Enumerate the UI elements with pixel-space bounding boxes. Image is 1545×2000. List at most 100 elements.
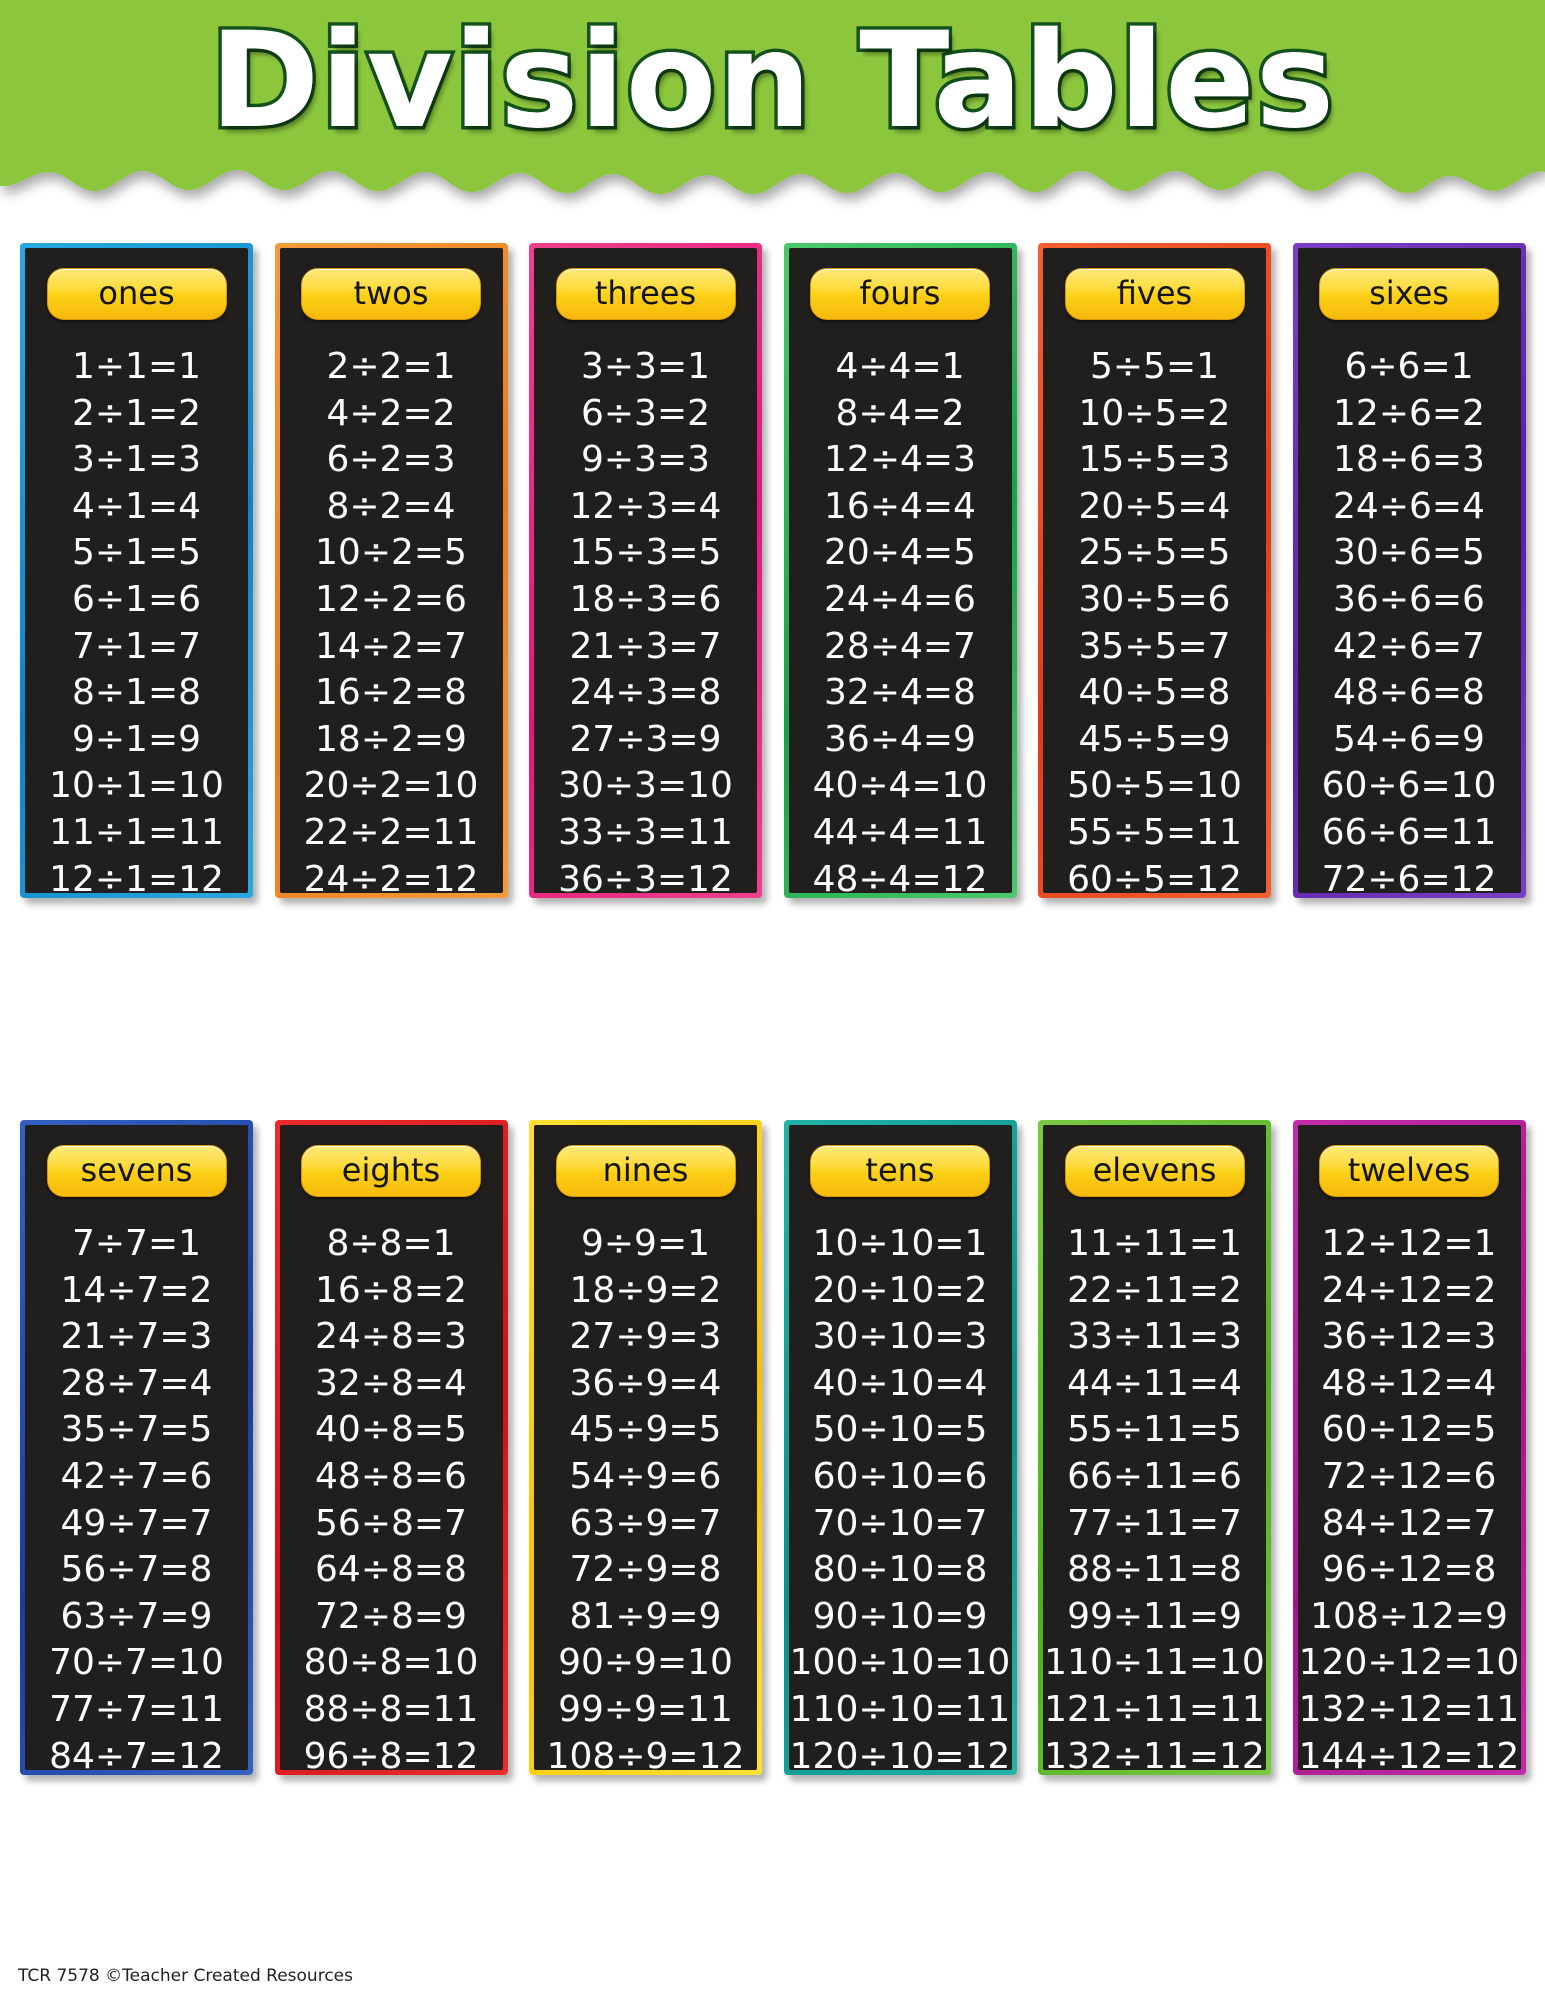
table-panel-elevens: elevens 11÷11=1 22÷11=2 33÷11=3 44÷11=4 55÷11… <box>1038 1120 1271 1775</box>
equation-row: 35÷5=7 <box>1078 625 1231 667</box>
table-panel-eights: eights 8÷8=1 16÷8=2 24÷8=3 32÷8=4 40÷8=5 48÷8=… <box>274 1120 508 1775</box>
equation-row: 96÷12=8 <box>1321 1549 1497 1591</box>
equation-row: 56÷7=8 <box>60 1549 213 1591</box>
table-panel-fives: fives 5÷5=1 10÷5=2 15÷5=3 20÷5=4 25÷5=5 30÷5=6… <box>1038 243 1271 898</box>
table-label-badge-twos: twos <box>301 268 481 320</box>
equation-row: 132÷12=11 <box>1298 1688 1520 1730</box>
equation-row: 70÷10=7 <box>812 1502 988 1544</box>
equation-row: 108÷12=9 <box>1310 1595 1508 1637</box>
equation-row: 40÷10=4 <box>812 1362 988 1404</box>
equation-row: 144÷12=12 <box>1298 1735 1520 1770</box>
equation-row: 60÷12=5 <box>1321 1409 1497 1451</box>
table-label-badge-threes: threes <box>555 268 736 320</box>
equation-row: 60÷5=12 <box>1067 858 1242 893</box>
table-panel-threes: threes 3÷3=1 6÷3=2 9÷3=3 12÷3=4 15÷3=5 18÷3=6 2… <box>529 243 762 898</box>
table-label-badge-fives: fives <box>1064 268 1245 320</box>
equation-row: 30÷6=5 <box>1333 532 1485 574</box>
equation-list: 11÷11=1 22÷11=2 33÷11=3 44÷11=4 55÷11=5 66÷11… <box>1043 1221 1266 1770</box>
equation-list: 12÷12=1 24÷12=2 36÷12=3 48÷12=4 60÷12=5 72÷12… <box>1298 1221 1521 1770</box>
equation-row: 72÷9=8 <box>569 1549 722 1591</box>
equation-list: 5÷5=1 10÷5=2 15÷5=3 20÷5=4 25÷5=5 30÷5=6 35÷5=… <box>1043 344 1266 893</box>
equation-row: 72÷8=9 <box>315 1595 467 1637</box>
equation-row: 50÷5=10 <box>1067 765 1242 807</box>
equation-row: 10÷10=1 <box>812 1223 988 1264</box>
panel-body: threes 3÷3=1 6÷3=2 9÷3=3 12÷3=4 15÷3=5 18÷3=6 2… <box>534 248 757 893</box>
equation-row: 27÷9=3 <box>569 1316 722 1358</box>
equation-row: 24÷2=12 <box>303 858 479 893</box>
equation-row: 22÷11=2 <box>1067 1269 1242 1311</box>
equation-row: 96÷8=12 <box>303 1735 479 1770</box>
equation-row: 45÷5=9 <box>1078 718 1231 760</box>
equation-row: 44÷11=4 <box>1067 1362 1242 1404</box>
equation-row: 2÷2=1 <box>326 346 456 387</box>
equation-row: 12÷6=2 <box>1333 392 1485 434</box>
equation-row: 48÷6=8 <box>1333 672 1485 714</box>
table-panel-nines: nines 9÷9=1 18÷9=2 27÷9=3 36÷9=4 45÷9=5 54÷9=6… <box>529 1120 762 1775</box>
panel-body: twelves 12÷12=1 24÷12=2 36÷12=3 48÷12=4 60÷12… <box>1297 1125 1521 1770</box>
equation-row: 27÷3=9 <box>569 718 722 760</box>
equation-row: 16÷2=8 <box>315 672 467 714</box>
equation-row: 30÷5=6 <box>1078 578 1231 620</box>
equation-row: 33÷11=3 <box>1067 1316 1242 1358</box>
equation-row: 20÷10=2 <box>812 1269 988 1311</box>
equation-row: 84÷12=7 <box>1321 1502 1497 1544</box>
equation-row: 3÷1=3 <box>71 439 202 481</box>
equation-row: 99÷9=11 <box>558 1688 733 1730</box>
equation-row: 9÷9=1 <box>580 1223 711 1264</box>
equation-row: 2÷1=2 <box>71 392 202 434</box>
equation-row: 120÷10=12 <box>789 1735 1011 1770</box>
equation-row: 66÷11=6 <box>1067 1455 1242 1497</box>
equation-row: 14÷7=2 <box>60 1269 213 1311</box>
equation-row: 33÷3=11 <box>558 811 733 853</box>
equation-row: 80÷8=10 <box>303 1642 479 1684</box>
equation-row: 16÷8=2 <box>315 1269 467 1311</box>
division-tables-grid: ones 1÷1=1 2÷1=2 3÷1=3 4÷1=4 5÷1=5 6÷1=6 7÷1=7 8… <box>0 0 1545 2000</box>
equation-row: 54÷6=9 <box>1333 718 1485 760</box>
equation-row: 66÷6=11 <box>1321 811 1497 853</box>
equation-row: 32÷8=4 <box>315 1362 467 1404</box>
equation-row: 36÷12=3 <box>1321 1316 1497 1358</box>
equation-row: 80÷10=8 <box>812 1549 988 1591</box>
equation-row: 24÷4=6 <box>824 578 976 620</box>
equation-row: 11÷1=11 <box>49 811 224 853</box>
equation-row: 8÷8=1 <box>326 1223 456 1264</box>
equation-row: 63÷9=7 <box>569 1502 722 1544</box>
equation-list: 4÷4=1 8÷4=2 12÷4=3 16÷4=4 20÷4=5 24÷4=6 28÷4=7… <box>789 344 1012 893</box>
equation-row: 18÷9=2 <box>569 1269 722 1311</box>
equation-row: 30÷10=3 <box>812 1316 988 1358</box>
equation-row: 77÷11=7 <box>1067 1502 1242 1544</box>
panel-body: sixes 6÷6=1 12÷6=2 18÷6=3 24÷6=4 30÷6=5 36÷6=6… <box>1297 248 1521 893</box>
equation-row: 100÷10=10 <box>789 1642 1011 1684</box>
equation-row: 12÷12=1 <box>1321 1223 1497 1264</box>
equation-row: 28÷4=7 <box>824 625 976 667</box>
panel-body: ones 1÷1=1 2÷1=2 3÷1=3 4÷1=4 5÷1=5 6÷1=6 7÷1=7 8… <box>25 248 248 893</box>
table-panel-sixes: sixes 6÷6=1 12÷6=2 18÷6=3 24÷6=4 30÷6=5 36÷6=6… <box>1292 243 1526 898</box>
equation-row: 88÷8=11 <box>303 1688 479 1730</box>
table-label-badge-nines: nines <box>555 1145 736 1197</box>
equation-row: 48÷8=6 <box>315 1455 467 1497</box>
panel-body: twos 2÷2=1 4÷2=2 6÷2=3 8÷2=4 10÷2=5 12÷2=6 14÷2… <box>279 248 503 893</box>
equation-row: 54÷9=6 <box>569 1455 722 1497</box>
equation-row: 35÷7=5 <box>60 1409 213 1451</box>
equation-row: 99÷11=9 <box>1067 1595 1242 1637</box>
equation-row: 6÷1=6 <box>71 578 202 620</box>
equation-list: 8÷8=1 16÷8=2 24÷8=3 32÷8=4 40÷8=5 48÷8=6 56÷8=… <box>280 1221 503 1770</box>
equation-row: 120÷12=10 <box>1298 1642 1520 1684</box>
equation-row: 81÷9=9 <box>569 1595 722 1637</box>
table-label-badge-elevens: elevens <box>1064 1145 1245 1197</box>
panel-body: sevens 7÷7=1 14÷7=2 21÷7=3 28÷7=4 35÷7=5 42÷7=… <box>25 1125 248 1770</box>
equation-row: 110÷11=10 <box>1044 1642 1265 1684</box>
equation-row: 21÷7=3 <box>60 1316 213 1358</box>
table-label-badge-sixes: sixes <box>1319 268 1499 320</box>
equation-row: 55÷11=5 <box>1067 1409 1242 1451</box>
equation-row: 6÷2=3 <box>326 439 456 481</box>
equation-row: 90÷9=10 <box>558 1642 733 1684</box>
equation-row: 10÷5=2 <box>1078 392 1231 434</box>
equation-row: 1÷1=1 <box>71 346 202 387</box>
equation-row: 9÷1=9 <box>71 718 202 760</box>
equation-row: 88÷11=8 <box>1067 1549 1242 1591</box>
equation-row: 64÷8=8 <box>315 1549 467 1591</box>
panel-body: elevens 11÷11=1 22÷11=2 33÷11=3 44÷11=4 55÷11… <box>1043 1125 1266 1770</box>
equation-list: 3÷3=1 6÷3=2 9÷3=3 12÷3=4 15÷3=5 18÷3=6 21÷3=7 2… <box>534 344 757 893</box>
panel-body: eights 8÷8=1 16÷8=2 24÷8=3 32÷8=4 40÷8=5 48÷8=… <box>279 1125 503 1770</box>
